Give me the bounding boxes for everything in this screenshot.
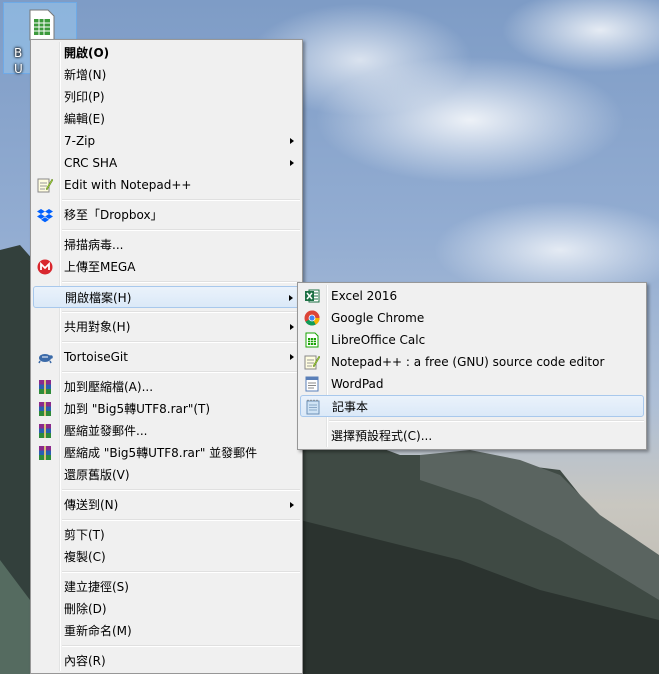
menu-item-compress-email[interactable]: 壓縮並發郵件...: [33, 420, 300, 442]
menu-item-move-to-dropbox[interactable]: 移至「Dropbox」: [33, 204, 300, 226]
menu-item-edit-notepadpp[interactable]: Edit with Notepad++: [33, 174, 300, 196]
submenu-arrow-icon: [290, 502, 294, 508]
notepad-icon: [306, 399, 320, 415]
menu-item-copy[interactable]: 複製(C): [33, 546, 300, 568]
submenu-item-choose-default[interactable]: 選擇預設程式(C)...: [300, 425, 644, 447]
submenu-item-chrome[interactable]: Google Chrome: [300, 307, 644, 329]
menu-item-tortoisegit[interactable]: TortoiseGit: [33, 346, 300, 368]
submenu-item-notepadpp[interactable]: Notepad++ : a free (GNU) source code edi…: [300, 351, 644, 373]
menu-item-open-with[interactable]: 開啟檔案(H): [33, 286, 300, 308]
menu-separator: [62, 341, 300, 343]
submenu-arrow-icon: [290, 138, 294, 144]
menu-separator: [62, 281, 300, 283]
menu-separator: [62, 311, 300, 313]
mega-icon: [37, 259, 53, 275]
menu-item-edit[interactable]: 編輯(E): [33, 108, 300, 130]
menu-separator: [329, 420, 644, 422]
winrar-icon: [39, 402, 51, 416]
menu-item-share-with[interactable]: 共用對象(H): [33, 316, 300, 338]
excel-icon: [305, 289, 320, 303]
submenu-item-notepad[interactable]: 記事本: [300, 395, 644, 417]
menu-item-new[interactable]: 新增(N): [33, 64, 300, 86]
menu-separator: [62, 645, 300, 647]
winrar-icon: [39, 380, 51, 394]
submenu-arrow-icon: [290, 324, 294, 330]
chrome-icon: [304, 310, 320, 326]
menu-item-create-shortcut[interactable]: 建立捷徑(S): [33, 576, 300, 598]
menu-item-rename[interactable]: 重新命名(M): [33, 620, 300, 642]
desktop-file-label: BU: [14, 46, 23, 76]
winrar-icon: [39, 424, 51, 438]
menu-separator: [62, 371, 300, 373]
menu-item-add-to-rar[interactable]: 加到 "Big5轉UTF8.rar"(T): [33, 398, 300, 420]
submenu-item-libreoffice-calc[interactable]: LibreOffice Calc: [300, 329, 644, 351]
open-with-submenu: Excel 2016 Google Chrome LibreOffice Cal…: [297, 282, 647, 450]
menu-item-properties[interactable]: 內容(R): [33, 650, 300, 672]
menu-item-scan-virus[interactable]: 掃描病毒...: [33, 234, 300, 256]
menu-item-add-to-archive[interactable]: 加到壓縮檔(A)...: [33, 376, 300, 398]
menu-item-restore-previous[interactable]: 還原舊版(V): [33, 464, 300, 486]
submenu-arrow-icon: [289, 295, 293, 301]
menu-item-cut[interactable]: 剪下(T): [33, 524, 300, 546]
menu-separator: [62, 489, 300, 491]
submenu-arrow-icon: [290, 160, 294, 166]
menu-separator: [62, 199, 300, 201]
menu-item-upload-mega[interactable]: 上傳至MEGA: [33, 256, 300, 278]
menu-item-open[interactable]: 開啟(O): [33, 42, 300, 64]
menu-separator: [62, 229, 300, 231]
libreoffice-calc-icon: [305, 332, 319, 348]
menu-separator: [62, 571, 300, 573]
context-menu: 開啟(O) 新增(N) 列印(P) 編輯(E) 7-Zip CRC SHA Ed…: [30, 39, 303, 674]
spreadsheet-file-icon: [29, 9, 55, 41]
winrar-icon: [39, 446, 51, 460]
menu-item-7zip[interactable]: 7-Zip: [33, 130, 300, 152]
menu-separator: [62, 519, 300, 521]
submenu-item-excel[interactable]: Excel 2016: [300, 285, 644, 307]
dropbox-icon: [37, 209, 53, 223]
submenu-item-wordpad[interactable]: WordPad: [300, 373, 644, 395]
submenu-arrow-icon: [290, 354, 294, 360]
notepadpp-icon: [304, 355, 320, 370]
menu-item-send-to[interactable]: 傳送到(N): [33, 494, 300, 516]
menu-item-crc-sha[interactable]: CRC SHA: [33, 152, 300, 174]
menu-item-print[interactable]: 列印(P): [33, 86, 300, 108]
tortoisegit-icon: [38, 354, 53, 364]
notepadpp-icon: [37, 178, 53, 193]
menu-item-compress-rar-email[interactable]: 壓縮成 "Big5轉UTF8.rar" 並發郵件: [33, 442, 300, 464]
wordpad-icon: [305, 376, 319, 392]
menu-item-delete[interactable]: 刪除(D): [33, 598, 300, 620]
